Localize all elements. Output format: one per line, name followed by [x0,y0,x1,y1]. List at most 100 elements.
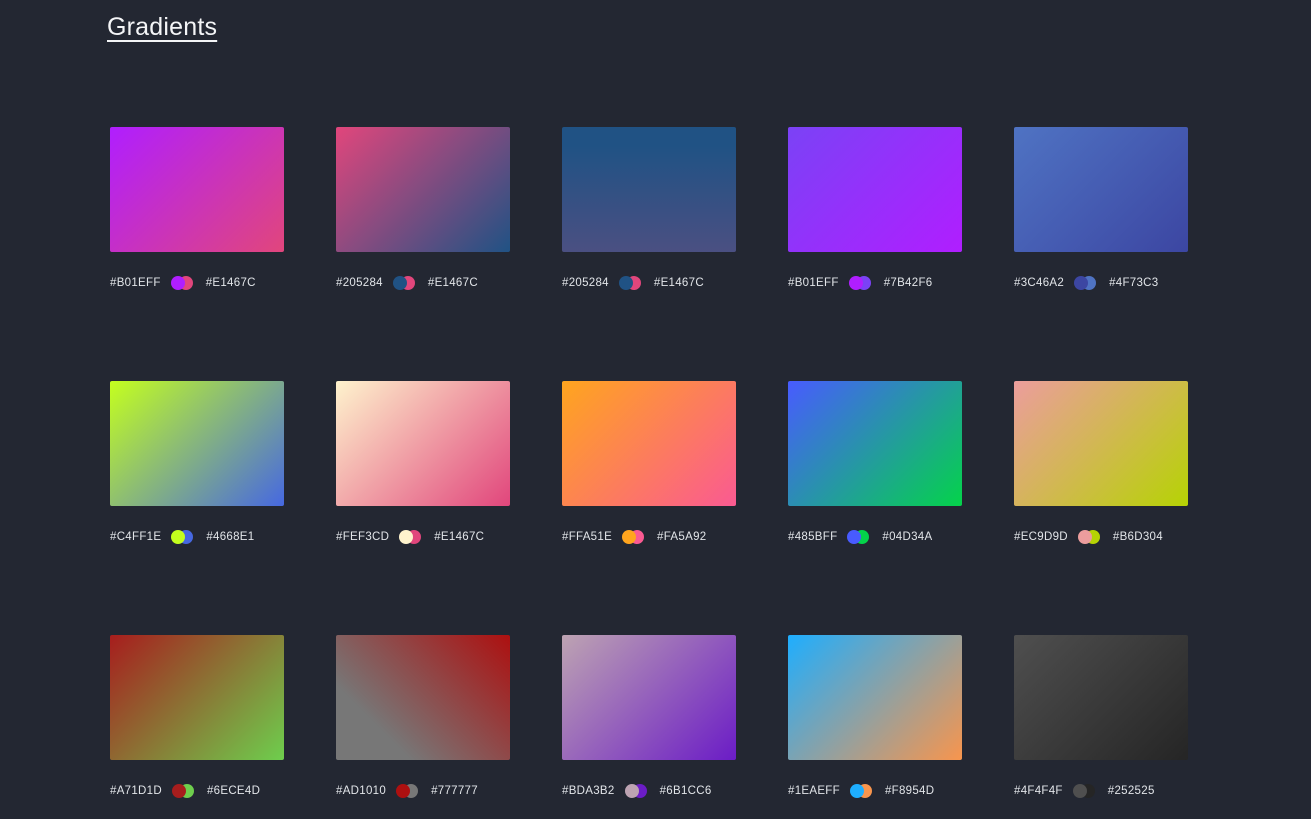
from-hex-label: #205284 [562,277,609,289]
gradient-card[interactable]: #FFA51E #FA5A92 [562,381,736,544]
gradient-card[interactable]: #FEF3CD #E1467C [336,381,510,544]
from-hex-label: #205284 [336,277,383,289]
to-hex-label: #B6D304 [1113,531,1163,543]
from-color-dot [393,276,407,290]
gradient-swatch[interactable] [562,127,736,252]
gradient-swatch[interactable] [336,381,510,506]
to-hex-label: #E1467C [206,277,256,289]
color-dots [1073,784,1095,798]
color-dots [1078,530,1100,544]
from-hex-label: #FEF3CD [336,531,389,543]
gradient-card[interactable]: #4F4F4F #252525 [1014,635,1188,798]
from-color-dot [619,276,633,290]
gradient-swatch[interactable] [788,635,962,760]
from-color-dot [622,530,636,544]
to-hex-label: #6B1CC6 [660,785,712,797]
to-hex-label: #252525 [1108,785,1155,797]
color-dots [625,784,647,798]
gradient-label: #3C46A2 #4F73C3 [1014,275,1188,290]
to-hex-label: #4668E1 [206,531,254,543]
from-hex-label: #4F4F4F [1014,785,1063,797]
color-dots [622,530,644,544]
gradient-swatch[interactable] [336,635,510,760]
from-color-dot [847,530,861,544]
color-dots [396,784,418,798]
color-dots [393,276,415,290]
to-hex-label: #777777 [431,785,478,797]
gradient-card[interactable]: #A71D1D #6ECE4D [110,635,284,798]
from-hex-label: #1EAEFF [788,785,840,797]
to-hex-label: #E1467C [434,531,484,543]
from-hex-label: #B01EFF [110,277,161,289]
color-dots [619,276,641,290]
from-color-dot [396,784,410,798]
page-title: Gradients [107,13,217,42]
gradient-swatch[interactable] [1014,127,1188,252]
gradient-card[interactable]: #EC9D9D #B6D304 [1014,381,1188,544]
from-hex-label: #EC9D9D [1014,531,1068,543]
gradient-label: #205284 #E1467C [562,275,736,290]
gradient-card[interactable]: #485BFF #04D34A [788,381,962,544]
to-hex-label: #E1467C [654,277,704,289]
color-dots [1074,276,1096,290]
gradient-swatch[interactable] [1014,635,1188,760]
from-hex-label: #AD1010 [336,785,386,797]
from-color-dot [1073,784,1087,798]
gradient-card[interactable]: #205284 #E1467C [562,127,736,290]
from-hex-label: #FFA51E [562,531,612,543]
gradient-swatch[interactable] [336,127,510,252]
from-color-dot [849,276,863,290]
to-hex-label: #E1467C [428,277,478,289]
to-hex-label: #4F73C3 [1109,277,1158,289]
gradient-swatch[interactable] [1014,381,1188,506]
gradient-label: #B01EFF #7B42F6 [788,275,962,290]
from-color-dot [399,530,413,544]
gradient-card[interactable]: #B01EFF #7B42F6 [788,127,962,290]
gradient-swatch[interactable] [562,381,736,506]
from-hex-label: #3C46A2 [1014,277,1064,289]
gradient-label: #205284 #E1467C [336,275,510,290]
color-dots [849,276,871,290]
gradient-swatch[interactable] [788,127,962,252]
from-hex-label: #BDA3B2 [562,785,615,797]
color-dots [847,530,869,544]
gradient-card[interactable]: #3C46A2 #4F73C3 [1014,127,1188,290]
gradient-label: #FEF3CD #E1467C [336,529,510,544]
gradient-card[interactable]: #AD1010 #777777 [336,635,510,798]
gradient-grid: #B01EFF #E1467C #205284 #E1467C #205284 [110,127,1188,798]
from-hex-label: #A71D1D [110,785,162,797]
gradient-card[interactable]: #C4FF1E #4668E1 [110,381,284,544]
from-hex-label: #485BFF [788,531,837,543]
to-hex-label: #FA5A92 [657,531,706,543]
from-color-dot [171,530,185,544]
gradient-card[interactable]: #205284 #E1467C [336,127,510,290]
gradient-label: #AD1010 #777777 [336,783,510,798]
color-dots [171,276,193,290]
gradient-label: #FFA51E #FA5A92 [562,529,736,544]
color-dots [850,784,872,798]
from-color-dot [171,276,185,290]
gradient-label: #BDA3B2 #6B1CC6 [562,783,736,798]
gradient-swatch[interactable] [110,127,284,252]
from-hex-label: #B01EFF [788,277,839,289]
gradient-label: #A71D1D #6ECE4D [110,783,284,798]
color-dots [171,530,193,544]
from-color-dot [1074,276,1088,290]
gradient-swatch[interactable] [110,381,284,506]
to-hex-label: #7B42F6 [884,277,933,289]
gradient-card[interactable]: #B01EFF #E1467C [110,127,284,290]
from-color-dot [1078,530,1092,544]
gradient-label: #B01EFF #E1467C [110,275,284,290]
gradient-swatch[interactable] [110,635,284,760]
color-dots [399,530,421,544]
from-color-dot [625,784,639,798]
gradient-label: #1EAEFF #F8954D [788,783,962,798]
from-hex-label: #C4FF1E [110,531,161,543]
gradient-card[interactable]: #1EAEFF #F8954D [788,635,962,798]
gradient-label: #4F4F4F #252525 [1014,783,1188,798]
gradient-card[interactable]: #BDA3B2 #6B1CC6 [562,635,736,798]
to-hex-label: #04D34A [882,531,932,543]
from-color-dot [850,784,864,798]
gradient-swatch[interactable] [788,381,962,506]
gradient-swatch[interactable] [562,635,736,760]
